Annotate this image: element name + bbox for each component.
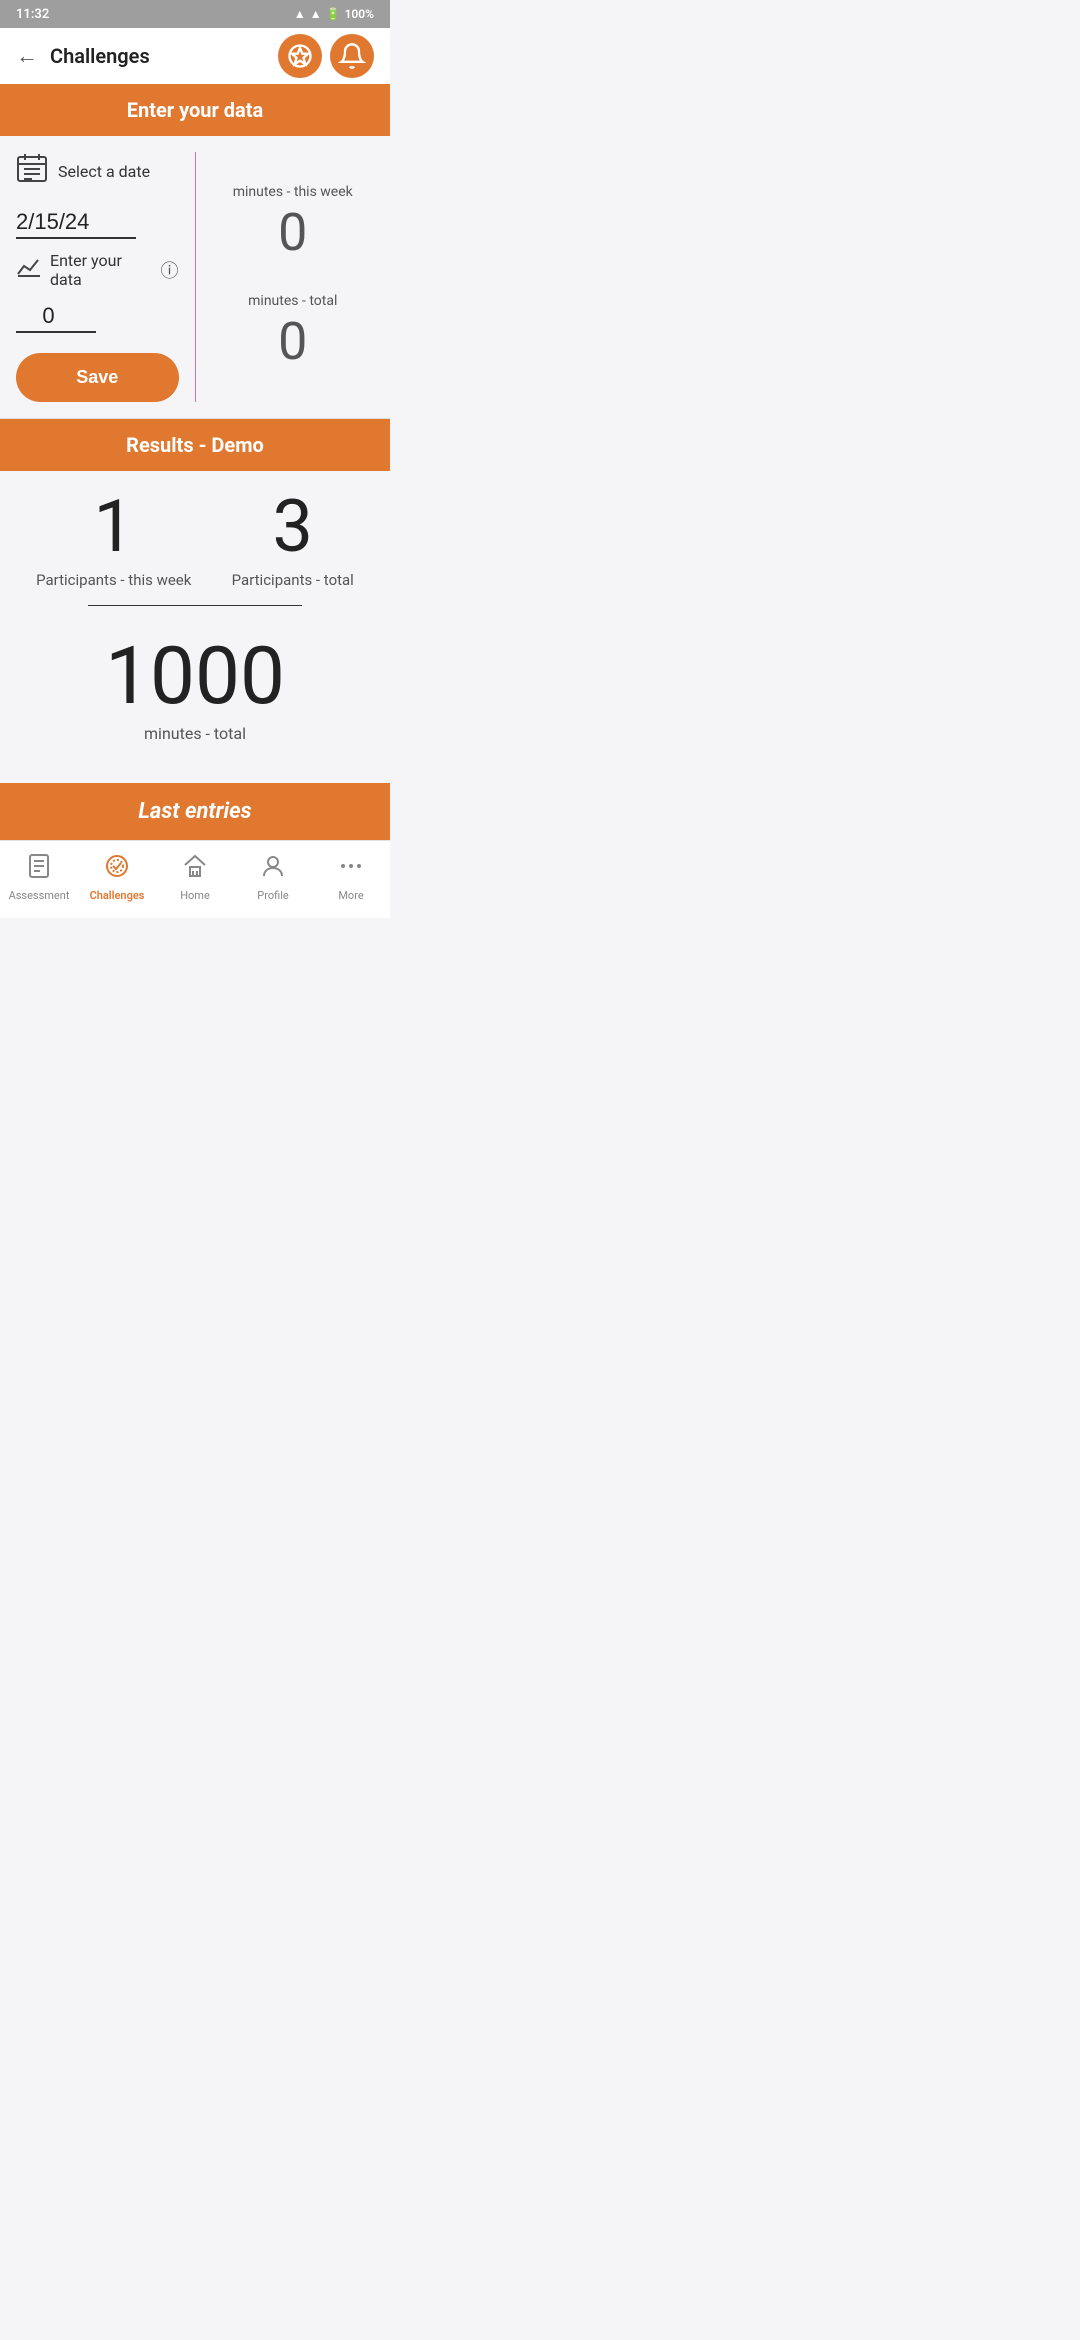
results-title: Results - Demo — [126, 433, 264, 457]
participants-this-week-value: 1 — [94, 491, 134, 563]
battery-icon: 🔋 — [326, 7, 341, 21]
page-title: Challenges — [50, 44, 150, 68]
total-minutes-value: 1000 — [105, 636, 285, 716]
participants-total-value: 3 — [273, 491, 313, 563]
nav-item-assessment[interactable]: Assessment — [0, 849, 78, 906]
results-separator — [88, 605, 303, 606]
date-selector: Select a date — [16, 152, 179, 191]
back-button[interactable]: ← — [16, 43, 38, 69]
nav-item-more[interactable]: More — [312, 849, 390, 906]
nav-item-challenges[interactable]: Challenges — [78, 849, 156, 906]
total-minutes-label: minutes - total — [144, 724, 246, 743]
assessment-icon — [26, 853, 52, 885]
status-icons: ▲ ▲ 🔋 100% — [294, 7, 374, 21]
nav-item-home[interactable]: Home — [156, 849, 234, 906]
right-panel: minutes - this week 0 minutes - total 0 — [212, 152, 375, 402]
info-icon[interactable]: ⓘ — [161, 257, 179, 283]
home-icon — [182, 853, 208, 885]
more-icon — [338, 853, 364, 885]
wifi-icon: ▲ — [294, 7, 306, 21]
bottom-nav: Assessment Challenges Home — [0, 840, 390, 918]
minutes-this-week-label: minutes - this week — [233, 184, 353, 200]
more-label: More — [338, 889, 363, 902]
challenges-label: Challenges — [90, 889, 145, 902]
save-button[interactable]: Save — [16, 353, 179, 402]
assessment-label: Assessment — [9, 889, 70, 902]
participants-total-label: Participants - total — [232, 571, 354, 589]
results-section: 1 Participants - this week 3 Participant… — [0, 471, 390, 783]
chart-icon — [16, 256, 42, 284]
panel-divider — [195, 152, 196, 402]
participants-total: 3 Participants - total — [232, 491, 354, 589]
nav-icons — [278, 34, 374, 78]
signal-icon: ▲ — [310, 7, 322, 21]
notification-button[interactable] — [330, 34, 374, 78]
participants-this-week-label: Participants - this week — [36, 571, 191, 589]
participants-this-week: 1 Participants - this week — [36, 491, 191, 589]
last-entries-title: Last entries — [138, 799, 251, 824]
left-panel: Select a date Enter your data ⓘ Save — [16, 152, 179, 402]
data-value-input[interactable] — [16, 301, 96, 333]
participants-row: 1 Participants - this week 3 Participant… — [16, 491, 374, 589]
challenges-icon — [104, 853, 130, 885]
status-bar: 11:32 ▲ ▲ 🔋 100% — [0, 0, 390, 28]
enter-data-title: Enter your data — [127, 98, 263, 122]
minutes-total-label: minutes - total — [248, 293, 337, 309]
date-label: Select a date — [58, 162, 150, 181]
minutes-this-week-value: 0 — [278, 204, 307, 261]
profile-icon — [260, 853, 286, 885]
status-time: 11:32 — [16, 7, 49, 22]
calendar-icon — [16, 152, 48, 191]
profile-label: Profile — [257, 889, 288, 902]
enter-data-header: Enter your data — [0, 84, 390, 136]
minutes-total-value: 0 — [278, 313, 307, 370]
results-header: Results - Demo — [0, 419, 390, 471]
home-label: Home — [180, 889, 210, 902]
nav-item-profile[interactable]: Profile — [234, 849, 312, 906]
data-entry-label: Enter your data — [50, 251, 153, 289]
date-input[interactable] — [16, 207, 136, 239]
battery-percent: 100% — [345, 7, 374, 21]
enter-data-panel: Select a date Enter your data ⓘ Save min… — [0, 136, 390, 419]
badge-button[interactable] — [278, 34, 322, 78]
data-entry-label-row: Enter your data ⓘ — [16, 251, 179, 289]
top-nav: ← Challenges — [0, 28, 390, 84]
total-minutes-section: 1000 minutes - total — [16, 626, 374, 763]
last-entries-header: Last entries — [0, 783, 390, 840]
